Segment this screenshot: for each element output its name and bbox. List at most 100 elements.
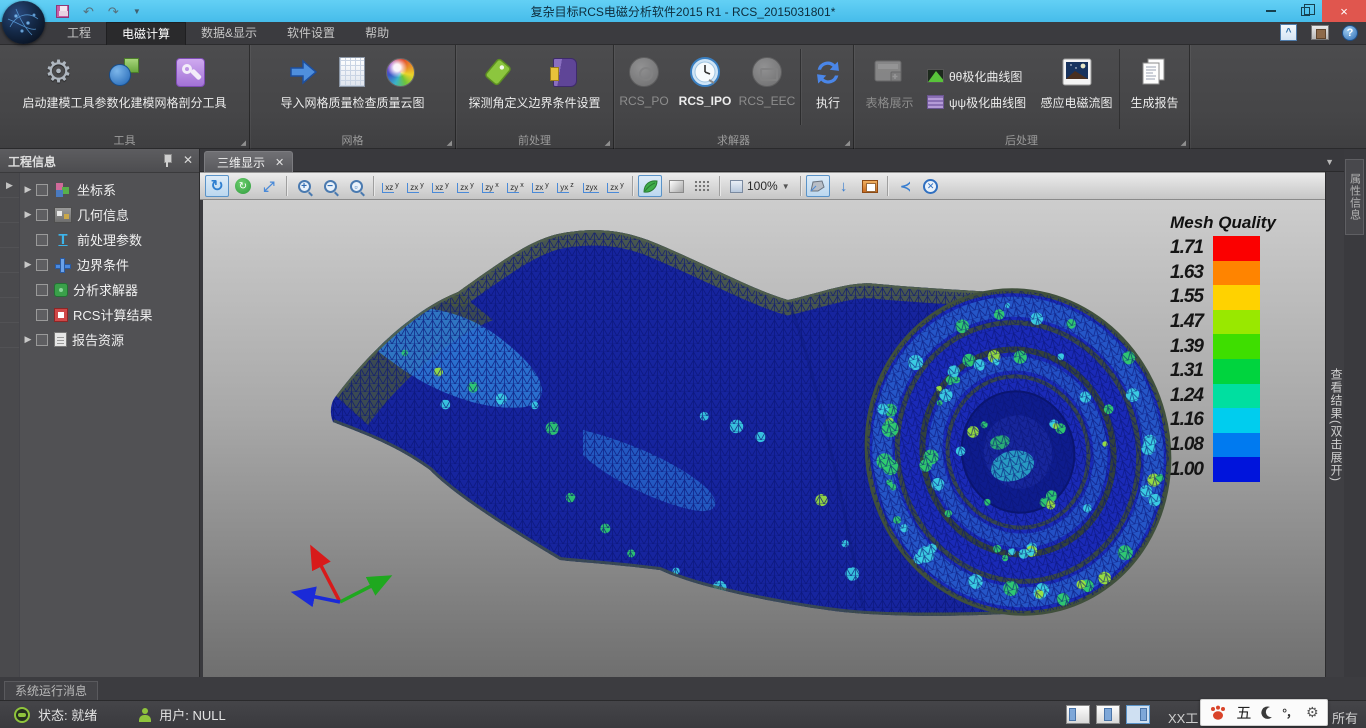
app-logo-icon[interactable] [2, 1, 45, 44]
zoom-fit-button[interactable] [344, 175, 368, 197]
ime-moon-icon[interactable] [1260, 706, 1273, 720]
capture-button[interactable] [858, 175, 882, 197]
rcs-eec-button[interactable]: RCS_EEC [737, 49, 797, 129]
tree-item-preprocess-params[interactable]: T 前处理参数 [20, 227, 199, 252]
tab-em-computation[interactable]: 电磁计算 [106, 22, 186, 45]
results-collapsed-strip[interactable]: 查看结果(双击展开) [1325, 172, 1344, 677]
restore-button[interactable] [1288, 0, 1322, 22]
view-orientation-button-5[interactable]: zyx [478, 175, 503, 197]
status-globe-icon [14, 707, 30, 723]
view-orientation-button-2[interactable]: zxy [403, 175, 428, 197]
pan-button[interactable]: ⤢ [257, 175, 281, 197]
layout-right-panel-button[interactable] [1126, 705, 1150, 724]
view-orientation-button-9[interactable]: zyx [578, 175, 603, 197]
ime-paw-icon[interactable] [1209, 705, 1227, 721]
view-orientation-button-6[interactable]: zyx [503, 175, 528, 197]
launch-modeling-tool-button[interactable]: ⚙ 启动建模工具 [22, 49, 94, 129]
ime-settings-gear-icon[interactable]: ⚙ [1306, 704, 1319, 721]
tab-help[interactable]: 帮助 [350, 22, 404, 45]
ime-mode-label[interactable]: 五 [1236, 702, 1251, 723]
coordinate-system-icon [54, 182, 72, 198]
theta-polar-curve-button[interactable]: θθ极化曲线图 [923, 63, 1030, 89]
flat-mode-button[interactable] [664, 175, 688, 197]
title-bar: ↶ ↷ ▼ 复杂目标RCS电磁分析软件2015 R1 - RCS_2015031… [0, 0, 1366, 22]
group-launcher-icon[interactable]: ◢ [605, 139, 610, 147]
expander-icon[interactable]: ▶ [20, 259, 36, 270]
view-orientation-button-8[interactable]: yxz [553, 175, 578, 197]
tree-item-solver[interactable]: 分析求解器 [20, 277, 199, 302]
expander-icon[interactable]: ▶ [20, 334, 36, 345]
quality-cloudmap-button[interactable]: 质量云图 [377, 49, 425, 129]
viewport-3d[interactable]: Mesh Quality 1.711.631.551.471.391.311.2… [203, 200, 1325, 677]
psi-polar-curve-button[interactable]: ψψ极化曲线图 [923, 89, 1030, 115]
tab-data-display[interactable]: 数据&显示 [186, 22, 272, 45]
system-messages-tab[interactable]: 系统运行消息 [4, 681, 98, 700]
legend-value: 1.16 [1143, 409, 1213, 431]
ribbon-group-mesh: 导入网格 质量检查 质量云图 网格 ◢ [250, 45, 456, 149]
boundary-settings-button[interactable]: 边界条件设置 [529, 49, 601, 129]
checkbox[interactable] [36, 234, 48, 246]
view-orientation-button-7[interactable]: zxy [528, 175, 553, 197]
pin-icon[interactable] [163, 153, 171, 167]
shaded-mode-button[interactable] [638, 175, 662, 197]
zoom-level-select[interactable]: 100% ▼ [725, 175, 795, 197]
probe-angle-button[interactable]: 探测角定义 [468, 49, 528, 129]
property-info-tab[interactable]: 属性信息 [1345, 159, 1364, 235]
help-icon[interactable]: ? [1342, 25, 1358, 41]
tree-item-report-resources[interactable]: ▶ 报告资源 [20, 327, 199, 352]
panel-close-icon[interactable]: ✕ [183, 154, 193, 166]
generate-report-button[interactable]: 生成报告 [1119, 49, 1189, 129]
checkbox[interactable] [36, 309, 48, 321]
view-orientation-button-3[interactable]: xzy [428, 175, 453, 197]
view-orientation-button-1[interactable]: xzy [378, 175, 403, 197]
layout-left-panel-button[interactable] [1066, 705, 1090, 724]
induced-current-map-button[interactable]: 感应电磁流图 [1034, 49, 1119, 129]
rotate-button[interactable]: ↻ [205, 175, 229, 197]
wrench-icon [176, 58, 205, 87]
checkbox[interactable] [36, 184, 48, 196]
layout-center-panel-button[interactable] [1096, 705, 1120, 724]
tree-item-geometry-info[interactable]: ▶ 几何信息 [20, 202, 199, 227]
collapse-ribbon-icon[interactable]: ^ [1280, 24, 1297, 41]
drop-button[interactable]: ↓ [832, 175, 856, 197]
expander-icon[interactable]: ▶ [20, 184, 36, 195]
checkbox[interactable] [36, 284, 48, 296]
view-orientation-button-10[interactable]: zxy [603, 175, 628, 197]
zoom-in-button[interactable] [292, 175, 316, 197]
group-launcher-icon[interactable]: ◢ [1181, 139, 1186, 147]
expander-icon[interactable]: ▶ [20, 209, 36, 220]
points-mode-button[interactable] [690, 175, 714, 197]
device-icon[interactable] [1311, 25, 1329, 40]
mesh-partition-tool-button[interactable]: 网格剖分工具 [155, 49, 227, 129]
group-launcher-icon[interactable]: ◢ [241, 139, 246, 147]
import-mesh-button[interactable]: 导入网格 [280, 49, 328, 129]
rcs-po-button[interactable]: RCS_PO [615, 49, 673, 129]
quality-check-button[interactable]: 质量检查 [328, 49, 376, 129]
parametric-modeling-button[interactable]: 参数化建模 [94, 49, 154, 129]
tree-item-rcs-results[interactable]: RCS计算结果 [20, 302, 199, 327]
tab-list-caret-icon[interactable]: ▼ [1325, 157, 1334, 167]
ime-punct-icon[interactable]: °， [1282, 704, 1297, 721]
share-button[interactable]: ≺ [893, 175, 917, 197]
view-orientation-button-4[interactable]: zxy [453, 175, 478, 197]
zoom-out-button[interactable] [318, 175, 342, 197]
tab-3d-display[interactable]: 三维显示 ✕ [204, 151, 293, 172]
rcs-ipo-button[interactable]: RCS_IPO [673, 49, 737, 129]
group-launcher-icon[interactable]: ◢ [845, 139, 850, 147]
close-button[interactable]: × [1322, 0, 1366, 22]
tab-software-settings[interactable]: 软件设置 [272, 22, 350, 45]
clip-surface-button[interactable] [806, 175, 830, 197]
checkbox[interactable] [36, 259, 48, 271]
tree-item-boundary-conditions[interactable]: ▶ 边界条件 [20, 252, 199, 277]
clear-view-button[interactable]: ✕ [919, 175, 943, 197]
table-display-button[interactable]: 表格展示 [860, 49, 919, 129]
group-launcher-icon[interactable]: ◢ [447, 139, 452, 147]
tree-item-coordinate-system[interactable]: ▶ 坐标系 [20, 177, 199, 202]
refresh-view-button[interactable]: ↻ [231, 175, 255, 197]
tab-close-icon[interactable]: ✕ [275, 156, 284, 169]
checkbox[interactable] [36, 334, 48, 346]
tab-project[interactable]: 工程 [52, 22, 106, 45]
execute-button[interactable]: 执行 [804, 49, 852, 129]
checkbox[interactable] [36, 209, 48, 221]
minimize-button[interactable] [1254, 0, 1288, 22]
